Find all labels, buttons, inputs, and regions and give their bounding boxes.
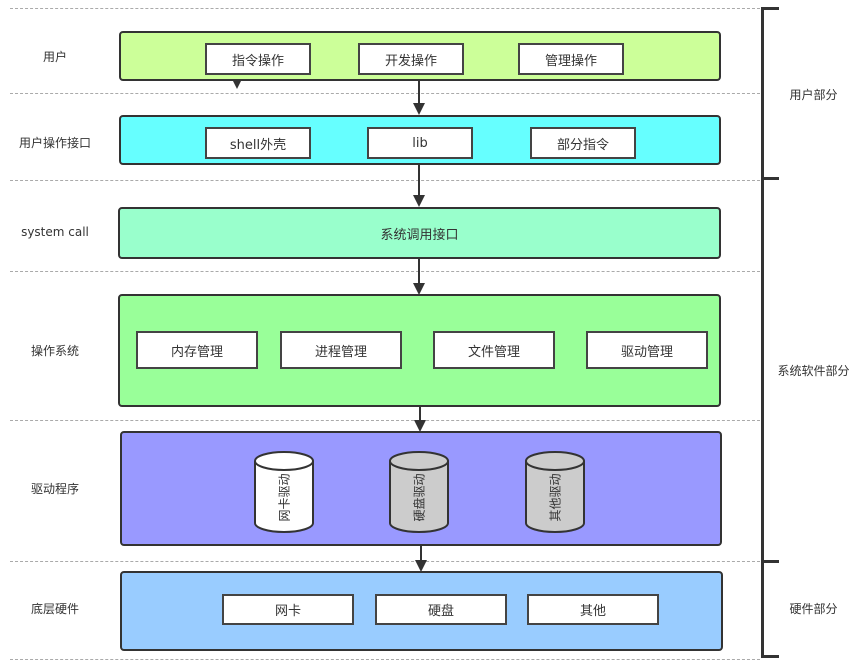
box-admin-op: 管理操作 [518, 43, 624, 75]
separator [10, 93, 760, 94]
arrow-head-icon [233, 81, 241, 89]
box-other: 其他 [527, 594, 659, 625]
driver-other-cylinder: 其他驱动 [525, 451, 585, 533]
separator [10, 180, 760, 181]
box-command-op: 指令操作 [205, 43, 311, 75]
box-disk: 硬盘 [375, 594, 507, 625]
box-dev-op: 开发操作 [358, 43, 464, 75]
section-label-hardware: 硬件部分 [789, 602, 838, 616]
bracket-user [761, 7, 764, 178]
row-label-system-call: system call [21, 225, 89, 239]
system-call-interface-label: 系统调用接口 [380, 227, 459, 243]
row-label-user-interface: 用户操作接口 [18, 136, 91, 150]
row-label-drivers: 驱动程序 [30, 482, 79, 496]
arrow-down-icon [414, 407, 426, 432]
section-label-user: 用户部分 [789, 88, 838, 102]
box-shell: shell外壳 [205, 127, 311, 159]
arrow-down-icon [413, 259, 425, 295]
driver-nic-cylinder: 网卡驱动 [254, 451, 314, 533]
box-process-mgmt: 进程管理 [280, 331, 402, 369]
bracket-tick [761, 655, 779, 658]
box-lib: lib [367, 127, 473, 159]
separator [10, 420, 760, 421]
layer-user: 指令操作 开发操作 管理操作 [119, 31, 721, 81]
box-file-mgmt: 文件管理 [433, 331, 555, 369]
row-label-os: 操作系统 [30, 344, 79, 358]
box-memory-mgmt: 内存管理 [136, 331, 258, 369]
layer-hardware: 网卡 硬盘 其他 [120, 571, 723, 651]
box-partial-commands: 部分指令 [530, 127, 636, 159]
row-label-user: 用户 [42, 50, 67, 64]
driver-nic-label: 网卡驱动 [277, 472, 292, 522]
driver-disk-cylinder: 硬盘驱动 [389, 451, 449, 533]
layer-system-call: 系统调用接口 [118, 207, 721, 259]
bracket-hardware [761, 560, 764, 658]
separator [10, 8, 760, 9]
arrow-down-icon [413, 81, 425, 115]
layer-os: 内存管理 进程管理 文件管理 驱动管理 [118, 294, 721, 407]
box-driver-mgmt: 驱动管理 [586, 331, 708, 369]
arrow-down-icon [413, 165, 425, 207]
separator [10, 271, 760, 272]
row-label-hardware: 底层硬件 [30, 602, 79, 616]
box-nic: 网卡 [222, 594, 354, 625]
layer-drivers: 网卡驱动 硬盘驱动 其他驱动 [120, 431, 722, 546]
layer-user-interface: shell外壳 lib 部分指令 [119, 115, 721, 165]
arrow-down-icon [415, 546, 427, 572]
driver-disk-label: 硬盘驱动 [412, 472, 427, 522]
separator [10, 561, 760, 562]
bracket-system-software [761, 177, 764, 562]
separator [10, 659, 760, 660]
section-label-system-software: 系统软件部分 [777, 364, 850, 378]
bracket-tick [761, 7, 779, 10]
driver-other-label: 其他驱动 [548, 472, 563, 522]
